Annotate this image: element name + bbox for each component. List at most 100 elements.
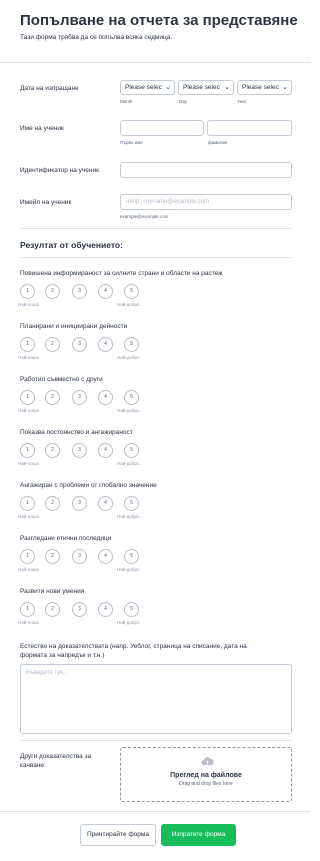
name-label: Име на ученик xyxy=(20,125,64,132)
print-form-button[interactable]: Принтирайте форма xyxy=(80,824,156,846)
cloud-upload-icon xyxy=(201,757,214,765)
chevron-down-icon: ⌄ xyxy=(164,83,171,91)
section-divider xyxy=(20,228,292,229)
scale-low-label: Най-лошо xyxy=(18,567,40,572)
rating-option-1[interactable]: 1 xyxy=(20,443,35,458)
rating-option-5[interactable]: 5 xyxy=(124,602,139,617)
evidence-divider xyxy=(20,740,292,741)
rating-question-label: Показва постоянство и ангажираност xyxy=(20,429,133,436)
rating-option-4[interactable]: 4 xyxy=(98,284,113,299)
rating-option-2[interactable]: 2 xyxy=(45,390,60,405)
rating-question-label: Повишена информираност за силните страни… xyxy=(20,270,223,277)
scale-high-label: Най-добро xyxy=(117,461,140,466)
email-input[interactable]: напр.: myname@example.com xyxy=(120,194,292,210)
upload-title: Преглед на файлове xyxy=(170,772,242,779)
last-name-input[interactable] xyxy=(207,120,292,136)
rating-option-4[interactable]: 4 xyxy=(98,443,113,458)
rating-question-label: Планирани и инициирани дейности xyxy=(20,323,128,330)
month-select[interactable]: Please selec ⌄ xyxy=(120,80,175,95)
rating-option-1[interactable]: 1 xyxy=(20,284,35,299)
upload-subtitle: Drag and drop files here xyxy=(179,781,233,787)
results-title: Резултат от обучението: xyxy=(20,240,123,250)
scale-low-label: Най-лошо xyxy=(18,461,40,466)
scale-low-label: Най-лошо xyxy=(18,302,40,307)
date-label: Дата на изпращане xyxy=(20,85,79,92)
month-select-value: Please selec xyxy=(125,84,162,91)
rating-option-5[interactable]: 5 xyxy=(124,284,139,299)
rating-option-2[interactable]: 2 xyxy=(45,443,60,458)
evidence-textarea[interactable]: Въведете тук... xyxy=(20,664,292,734)
rating-option-1[interactable]: 1 xyxy=(20,337,35,352)
scale-high-label: Най-добро xyxy=(117,355,140,360)
rating-option-4[interactable]: 4 xyxy=(98,337,113,352)
rating-option-5[interactable]: 5 xyxy=(124,390,139,405)
rating-option-1[interactable]: 1 xyxy=(20,602,35,617)
last-name-sublabel: фамилия xyxy=(208,140,228,145)
rating-option-3[interactable]: 3 xyxy=(72,443,87,458)
year-select-value: Please selec xyxy=(242,84,279,91)
year-sublabel: Year xyxy=(237,99,247,104)
scale-low-label: Най-лошо xyxy=(18,355,40,360)
rating-option-3[interactable]: 3 xyxy=(72,337,87,352)
rating-option-2[interactable]: 2 xyxy=(45,549,60,564)
rating-question-label: Работил съвместно с други xyxy=(20,376,103,383)
scale-high-label: Най-добро xyxy=(117,567,140,572)
footer-divider xyxy=(0,811,310,812)
day-sublabel: Day xyxy=(179,99,188,104)
upload-label-line2: качване: xyxy=(20,762,46,769)
email-label: Имейл на ученик xyxy=(20,199,72,206)
email-sublabel: example@example.com xyxy=(120,214,169,219)
evidence-placeholder: Въведете тук... xyxy=(26,670,68,676)
rating-option-3[interactable]: 3 xyxy=(72,602,87,617)
header-divider xyxy=(0,62,310,63)
rating-option-1[interactable]: 1 xyxy=(20,390,35,405)
year-select[interactable]: Please selec ⌄ xyxy=(237,80,292,95)
email-placeholder: напр.: myname@example.com xyxy=(126,199,210,205)
rating-option-3[interactable]: 3 xyxy=(72,549,87,564)
rating-option-1[interactable]: 1 xyxy=(20,549,35,564)
scale-low-label: Най-лошо xyxy=(18,620,40,625)
scale-low-label: Най-лошо xyxy=(18,514,40,519)
day-select-value: Please selec xyxy=(183,84,220,91)
scale-low-label: Най-лошо xyxy=(18,408,40,413)
rating-option-3[interactable]: 3 xyxy=(72,496,87,511)
chevron-down-icon: ⌄ xyxy=(281,83,288,91)
rating-option-2[interactable]: 2 xyxy=(45,602,60,617)
scale-high-label: Най-добро xyxy=(117,302,140,307)
page-title: Попълване на отчета за представяне xyxy=(20,12,298,29)
rating-option-5[interactable]: 5 xyxy=(124,496,139,511)
student-id-label: Идентификатор на ученик xyxy=(20,167,99,174)
scale-high-label: Най-добро xyxy=(117,514,140,519)
day-select[interactable]: Please selec ⌄ xyxy=(178,80,234,95)
rating-option-4[interactable]: 4 xyxy=(98,496,113,511)
rating-option-5[interactable]: 5 xyxy=(124,443,139,458)
rating-option-4[interactable]: 4 xyxy=(98,602,113,617)
results-divider xyxy=(20,257,292,258)
rating-option-5[interactable]: 5 xyxy=(124,337,139,352)
rating-question-label: Разгледани етични последици xyxy=(20,535,112,542)
scale-high-label: Най-добро xyxy=(117,620,140,625)
student-id-input[interactable] xyxy=(120,162,292,178)
submit-form-button[interactable]: Изпратете форма xyxy=(161,824,236,846)
upload-label-line1: Други доказателства за xyxy=(20,753,92,760)
first-name-sublabel: Първо име xyxy=(120,140,143,145)
scale-high-label: Най-добро xyxy=(117,408,140,413)
month-sublabel: Month xyxy=(120,99,133,104)
page-subtitle: Тази форма трябва да се попълва всяка се… xyxy=(20,34,173,41)
rating-option-2[interactable]: 2 xyxy=(45,337,60,352)
rating-question-label: Развити нови умения xyxy=(20,588,85,595)
chevron-down-icon: ⌄ xyxy=(223,83,230,91)
rating-option-4[interactable]: 4 xyxy=(98,549,113,564)
rating-option-3[interactable]: 3 xyxy=(72,284,87,299)
first-name-input[interactable] xyxy=(120,120,204,136)
rating-option-4[interactable]: 4 xyxy=(98,390,113,405)
rating-option-3[interactable]: 3 xyxy=(72,390,87,405)
file-upload-dropzone[interactable]: Преглед на файлове Drag and drop files h… xyxy=(120,747,292,802)
rating-option-2[interactable]: 2 xyxy=(45,496,60,511)
rating-option-1[interactable]: 1 xyxy=(20,496,35,511)
evidence-label-line2: формата за напредък и т.н.) xyxy=(20,652,105,659)
rating-option-2[interactable]: 2 xyxy=(45,284,60,299)
rating-option-5[interactable]: 5 xyxy=(124,549,139,564)
evidence-label-line1: Естество на доказателствата (напр. Уебло… xyxy=(20,643,247,650)
rating-question-label: Ангажиран с проблеми от глобално значени… xyxy=(20,482,157,489)
